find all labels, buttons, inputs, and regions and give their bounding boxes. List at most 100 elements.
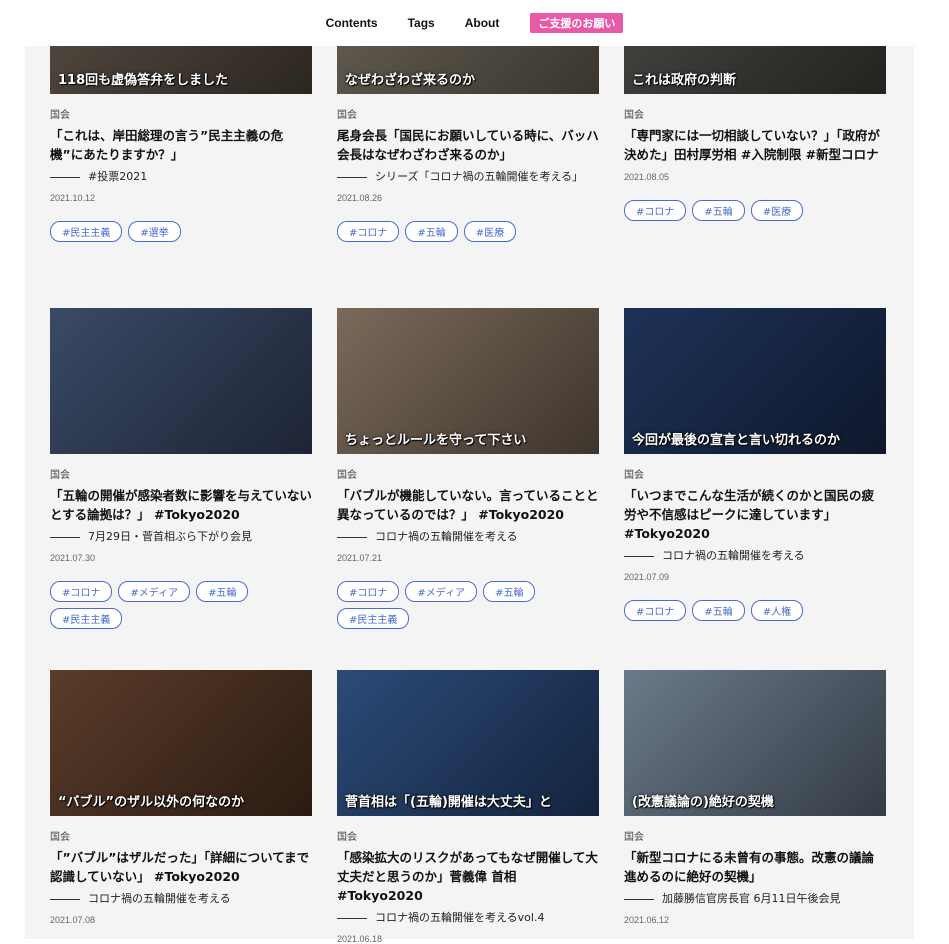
article-date: 2021.08.05 xyxy=(624,172,670,182)
series-label: コロナ禍の五輪開催を考える xyxy=(88,892,231,905)
thumbnail-caption: 菅首相は「(五輪)開催は大丈夫」と xyxy=(345,795,552,810)
article-title[interactable]: 「いつまでこんな生活が続くのかと国民の疲労や不信感はピークに達しています」 #T… xyxy=(624,486,886,543)
article-card[interactable]: 菅首相は「(五輪)開催は大丈夫」と国会「感染拡大のリスクがあってもなぜ開催して大… xyxy=(337,670,599,944)
article-title[interactable]: 「感染拡大のリスクがあってもなぜ開催して大丈夫だと思うのか」菅義偉 首相 #To… xyxy=(337,848,599,905)
article-date: 2021.07.08 xyxy=(50,915,96,925)
tag-pill[interactable]: #五輪 xyxy=(405,221,458,242)
article-card[interactable]: ちょっとルールを守って下さい国会「バブルが機能していない。言っていることと異なっ… xyxy=(337,308,599,629)
article-category[interactable]: 国会 xyxy=(624,106,886,121)
nav-support-button[interactable]: ご支援のお願い xyxy=(530,13,624,33)
tag-pill[interactable]: #医療 xyxy=(463,221,517,242)
article-category[interactable]: 国会 xyxy=(50,106,312,121)
series-label: コロナ禍の五輪開催を考える xyxy=(662,549,805,562)
tag-pill[interactable]: #コロナ xyxy=(337,581,400,602)
top-nav: Contents Tags About ご支援のお願い xyxy=(0,0,949,46)
tag-pill[interactable]: #コロナ xyxy=(624,600,687,621)
nav-tags[interactable]: Tags xyxy=(408,16,435,30)
tag-pill[interactable]: #五輪 xyxy=(692,600,745,621)
article-thumbnail[interactable]: 今回が最後の宣言と言い切れるのか xyxy=(624,308,886,454)
series-label: シリーズ「コロナ禍の五輪開催を考える」 xyxy=(375,170,584,183)
tag-pill[interactable]: #コロナ xyxy=(50,581,113,602)
article-series: #投票2021 xyxy=(50,169,312,185)
tag-pill[interactable]: #民主主義 xyxy=(337,608,410,629)
series-dash xyxy=(50,177,80,178)
article-series: コロナ禍の五輪開催を考える xyxy=(337,529,599,545)
article-date: 2021.10.12 xyxy=(50,193,96,203)
content-area: 118回も虚偽答弁をしました 国会 「これは、岸田総理の言う”民主主義の危機”にあた… xyxy=(25,0,914,944)
article-category[interactable]: 国会 xyxy=(50,828,312,843)
tag-pill[interactable]: #医療 xyxy=(750,200,804,221)
series-dash xyxy=(624,556,654,557)
article-thumbnail[interactable] xyxy=(50,308,312,454)
article-series: コロナ禍の五輪開催を考える xyxy=(50,891,312,907)
article-category[interactable]: 国会 xyxy=(337,828,599,843)
article-series: 加藤勝信官房長官 6月11日午後会見 xyxy=(624,891,886,907)
article-series: コロナ禍の五輪開催を考える xyxy=(624,548,886,564)
series-dash xyxy=(624,899,654,900)
article-date: 2021.07.21 xyxy=(337,553,383,563)
series-label: 7月29日・菅首相ぶら下がり会見 xyxy=(88,530,252,543)
series-dash xyxy=(337,918,367,919)
thumbnail-caption: なぜわざわざ来るのか xyxy=(345,73,476,88)
tag-pill[interactable]: #五輪 xyxy=(196,581,249,602)
article-card[interactable]: 国会「五輪の開催が感染者数に影響を与えていないとする論拠は？」 #Tokyo20… xyxy=(50,308,312,629)
article-category[interactable]: 国会 xyxy=(624,466,886,481)
article-title[interactable]: 「これは、岸田総理の言う”民主主義の危機”にあたりますか？」 xyxy=(50,126,312,164)
tag-list: #コロナ #五輪 #医療 xyxy=(624,200,886,221)
tag-list: #コロナ #メディア #五輪 #民主主義 xyxy=(337,581,599,629)
article-category[interactable]: 国会 xyxy=(337,466,599,481)
article-card[interactable]: (改憲議論の)絶好の契機国会「新型コロナにる未曾有の事態。改憲の議論進めるのに絶… xyxy=(624,670,886,925)
tag-pill[interactable]: #五輪 xyxy=(483,581,536,602)
article-title[interactable]: 「バブルが機能していない。言っていることと異なっているのでは？」 #Tokyo2… xyxy=(337,486,599,524)
article-date: 2021.07.09 xyxy=(624,572,670,582)
tag-list: #コロナ #五輪 #医療 xyxy=(337,221,599,242)
article-category[interactable]: 国会 xyxy=(50,466,312,481)
thumbnail-caption: ちょっとルールを守って下さい xyxy=(345,433,527,448)
tag-pill[interactable]: #五輪 xyxy=(692,200,745,221)
article-category[interactable]: 国会 xyxy=(624,828,886,843)
article-series: コロナ禍の五輪開催を考えるvol.4 xyxy=(337,910,599,926)
series-dash xyxy=(337,177,367,178)
nav-about[interactable]: About xyxy=(465,16,500,30)
article-title[interactable]: 「専門家には一切相談していない？」「政府が決めた」田村厚労相 #入院制限 #新型… xyxy=(624,126,886,164)
tag-list: #民主主義 #選挙 xyxy=(50,221,312,242)
series-dash xyxy=(337,537,367,538)
tag-pill[interactable]: #民主主義 xyxy=(50,221,123,242)
series-label: 加藤勝信官房長官 6月11日午後会見 xyxy=(662,892,841,905)
tag-pill[interactable]: #民主主義 xyxy=(50,608,123,629)
series-label: #投票2021 xyxy=(88,170,148,183)
article-date: 2021.08.26 xyxy=(337,193,383,203)
tag-pill[interactable]: #メディア xyxy=(118,581,191,602)
article-series: シリーズ「コロナ禍の五輪開催を考える」 xyxy=(337,169,599,185)
article-thumbnail[interactable]: (改憲議論の)絶好の契機 xyxy=(624,670,886,816)
thumbnail-caption: これは政府の判断 xyxy=(632,73,737,88)
nav-contents[interactable]: Contents xyxy=(326,16,378,30)
article-title[interactable]: 「五輪の開催が感染者数に影響を与えていないとする論拠は？」 #Tokyo2020 xyxy=(50,486,312,524)
article-card[interactable]: 今回が最後の宣言と言い切れるのか国会「いつまでこんな生活が続くのかと国民の疲労や… xyxy=(624,308,886,621)
thumbnail-caption: 118回も虚偽答弁をしました xyxy=(58,73,229,88)
article-thumbnail[interactable]: “バブル”のザル以外の何なのか xyxy=(50,670,312,816)
series-label: コロナ禍の五輪開催を考えるvol.4 xyxy=(375,911,545,924)
article-title[interactable]: 「”バブル”はザルだった」「詳細についてまで認識していない」 #Tokyo202… xyxy=(50,848,312,886)
tag-list: #コロナ #メディア #五輪 #民主主義 xyxy=(50,581,312,629)
tag-list: #コロナ #五輪 #人権 xyxy=(624,600,886,621)
thumbnail-caption: 今回が最後の宣言と言い切れるのか xyxy=(632,433,841,448)
article-date: 2021.06.12 xyxy=(624,915,670,925)
article-thumbnail[interactable]: ちょっとルールを守って下さい xyxy=(337,308,599,454)
tag-pill[interactable]: #選挙 xyxy=(128,221,181,242)
tag-pill[interactable]: #コロナ xyxy=(337,221,400,242)
article-card[interactable]: “バブル”のザル以外の何なのか国会「”バブル”はザルだった」「詳細についてまで認… xyxy=(50,670,312,925)
tag-pill[interactable]: #メディア xyxy=(405,581,478,602)
article-category[interactable]: 国会 xyxy=(337,106,599,121)
series-dash xyxy=(50,899,80,900)
tag-pill[interactable]: #コロナ xyxy=(624,200,687,221)
series-dash xyxy=(50,537,80,538)
article-thumbnail[interactable]: 菅首相は「(五輪)開催は大丈夫」と xyxy=(337,670,599,816)
article-date: 2021.07.30 xyxy=(50,553,96,563)
thumbnail-caption: “バブル”のザル以外の何なのか xyxy=(58,795,245,810)
thumbnail-caption: (改憲議論の)絶好の契機 xyxy=(632,795,774,810)
tag-pill[interactable]: #人権 xyxy=(750,600,804,621)
article-title[interactable]: 「新型コロナにる未曾有の事態。改憲の議論進めるのに絶好の契機」 xyxy=(624,848,886,886)
article-title[interactable]: 尾身会長「国民にお願いしている時に、バッハ会長はなぜわざわざ来るのか」 xyxy=(337,126,599,164)
article-date: 2021.06.18 xyxy=(337,934,383,944)
